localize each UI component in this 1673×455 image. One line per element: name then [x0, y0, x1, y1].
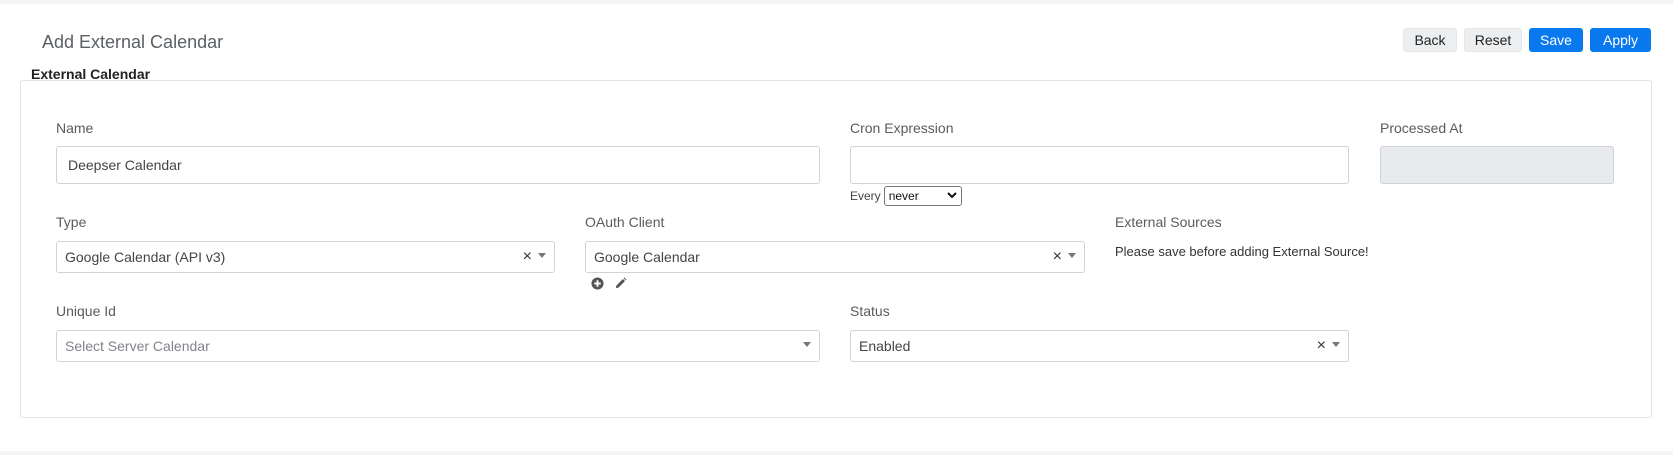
oauth-client-label: OAuth Client [585, 214, 665, 230]
apply-button[interactable]: Apply [1590, 28, 1651, 52]
back-button[interactable]: Back [1403, 28, 1457, 52]
cron-every-row: Every never [850, 186, 962, 206]
every-select-value: never [888, 189, 919, 203]
oauth-client-actions [590, 276, 627, 290]
external-sources-label: External Sources [1115, 214, 1222, 230]
external-sources-note: Please save before adding External Sourc… [1115, 244, 1369, 259]
clear-icon[interactable]: × [1317, 338, 1326, 354]
type-select[interactable]: Google Calendar (API v3) × [56, 241, 555, 273]
save-button[interactable]: Save [1529, 28, 1583, 52]
toolbar: Back Reset Save Apply [1403, 28, 1651, 52]
status-select-value: Enabled [859, 338, 911, 354]
name-input[interactable]: Deepser Calendar [56, 146, 820, 184]
name-label: Name [56, 120, 94, 136]
caret-down-icon [803, 342, 811, 347]
oauth-client-select[interactable]: Google Calendar × [585, 241, 1085, 273]
caret-down-icon [1332, 342, 1340, 347]
clear-icon[interactable]: × [523, 249, 532, 265]
status-select[interactable]: Enabled × [850, 330, 1349, 362]
oauth-client-select-value: Google Calendar [594, 249, 700, 265]
chevron-down-icon [946, 191, 957, 202]
every-label: Every [850, 189, 881, 203]
processed-at-label: Processed At [1380, 120, 1463, 136]
unique-id-select[interactable]: Select Server Calendar [56, 330, 820, 362]
plus-circle-icon[interactable] [590, 276, 604, 290]
cron-expression-input[interactable] [850, 146, 1349, 184]
type-label: Type [56, 214, 87, 230]
reset-button[interactable]: Reset [1464, 28, 1522, 52]
type-select-value: Google Calendar (API v3) [65, 249, 226, 265]
caret-down-icon [1068, 253, 1076, 258]
pencil-icon[interactable] [613, 276, 627, 290]
processed-at-input [1380, 146, 1614, 184]
page-title: Add External Calendar [42, 32, 224, 52]
clear-icon[interactable]: × [1053, 249, 1062, 265]
cron-expression-label: Cron Expression [850, 120, 954, 136]
unique-id-placeholder: Select Server Calendar [65, 338, 210, 354]
unique-id-label: Unique Id [56, 303, 116, 319]
status-label: Status [850, 303, 890, 319]
caret-down-icon [538, 253, 546, 258]
every-select[interactable]: never [883, 186, 962, 206]
